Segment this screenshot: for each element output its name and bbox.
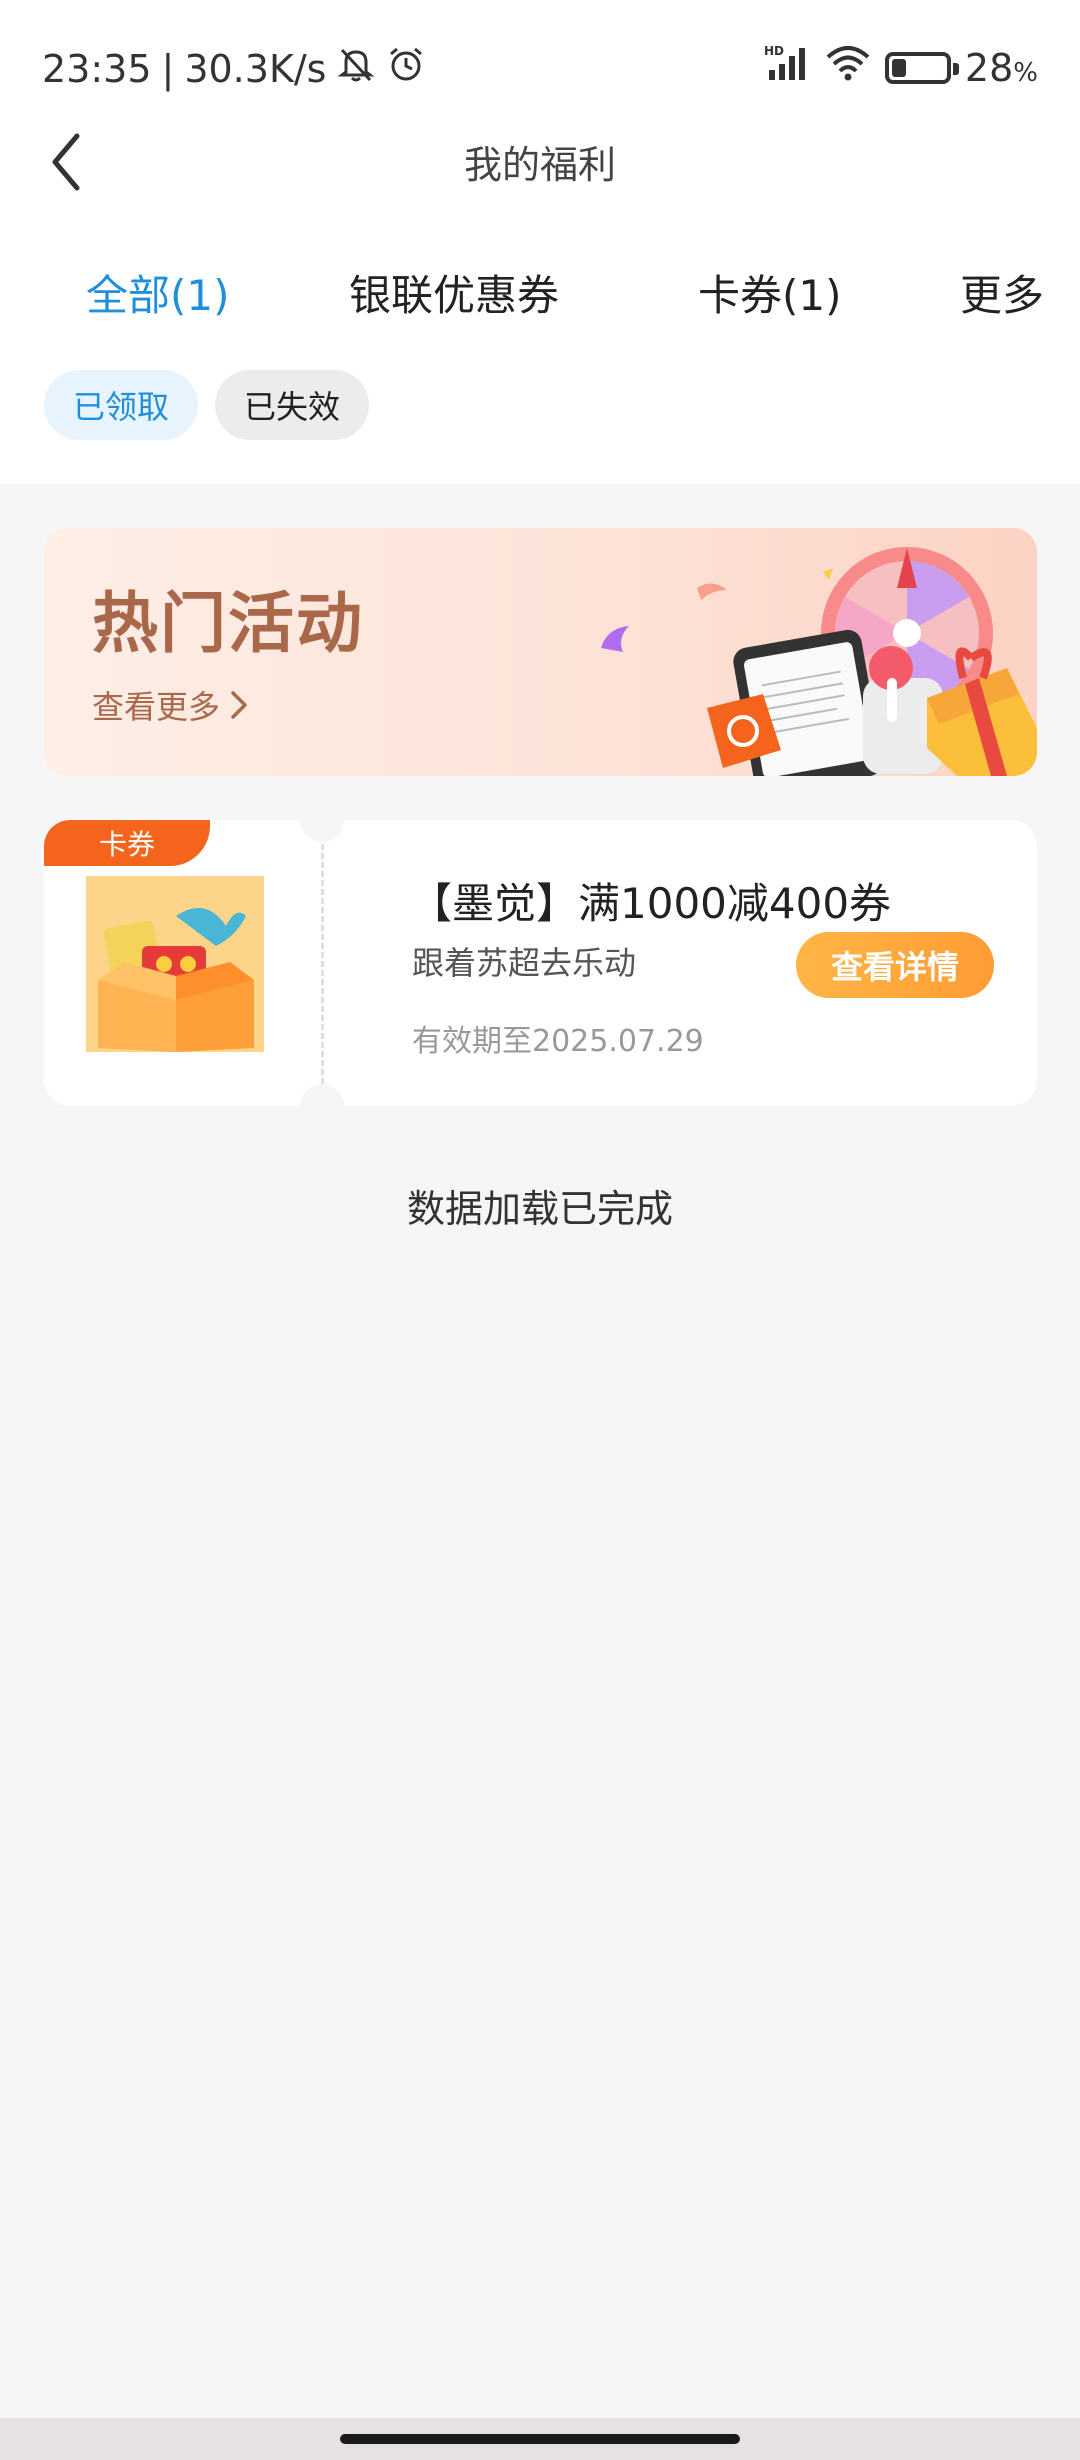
signal-icon: HD — [763, 44, 811, 91]
coupon-title: 【墨觉】满1000减400券 — [410, 879, 892, 928]
banner-title: 热门活动 — [92, 585, 364, 662]
coupon-expire-date: 有效期至2025.07.29 — [412, 1024, 704, 1059]
tab-more[interactable]: 更多 — [960, 262, 1044, 323]
view-details-button[interactable]: 查看详情 — [796, 932, 994, 998]
coupon-card[interactable]: 卡券 【墨觉】满1000减400券 跟着苏超去乐动 有效期至2025.07.29… — [44, 820, 1037, 1106]
page-title: 我的福利 — [463, 143, 616, 187]
chevron-right-icon — [231, 691, 247, 719]
tab-unionpay-coupons[interactable]: 银联优惠券 — [349, 262, 559, 323]
banner-more-label: 查看更多 — [92, 688, 221, 726]
tab-all[interactable]: 全部(1) — [86, 262, 230, 323]
card-notch-bottom — [300, 1084, 344, 1106]
hot-activity-banner[interactable]: 热门活动 查看更多 — [44, 528, 1037, 776]
battery-icon — [884, 51, 959, 84]
signal-hd-badge: HD — [764, 44, 784, 58]
banner-illustration — [601, 547, 1037, 776]
home-indicator[interactable] — [340, 2434, 740, 2444]
tab-cards[interactable]: 卡券(1) — [698, 262, 842, 323]
card-notch-top — [300, 820, 344, 842]
gift-box-image — [86, 876, 264, 1052]
wifi-icon — [825, 45, 871, 90]
status-bar: 23:35 | 30.3K/s HD 28% — [0, 0, 1080, 130]
coupon-tag-badge: 卡券 — [44, 820, 210, 866]
mute-bell-icon — [336, 44, 376, 93]
status-left: 23:35 | 30.3K/s — [42, 44, 426, 93]
battery-percent-sign: % — [1013, 57, 1038, 88]
status-net-speed: 30.3K/s — [184, 46, 327, 91]
card-divider — [321, 844, 324, 1084]
alarm-icon — [386, 44, 426, 93]
status-time: 23:35 — [42, 46, 152, 91]
coupon-subtitle: 跟着苏超去乐动 — [412, 944, 637, 982]
status-separator: | — [161, 46, 175, 91]
filter-received[interactable]: 已领取 — [44, 370, 198, 440]
banner-more-link[interactable]: 查看更多 — [92, 682, 248, 728]
load-complete-text: 数据加载已完成 — [406, 1187, 673, 1231]
filter-expired[interactable]: 已失效 — [215, 370, 369, 440]
status-right: HD 28% — [763, 44, 1038, 91]
battery-percent: 28% — [964, 45, 1038, 90]
